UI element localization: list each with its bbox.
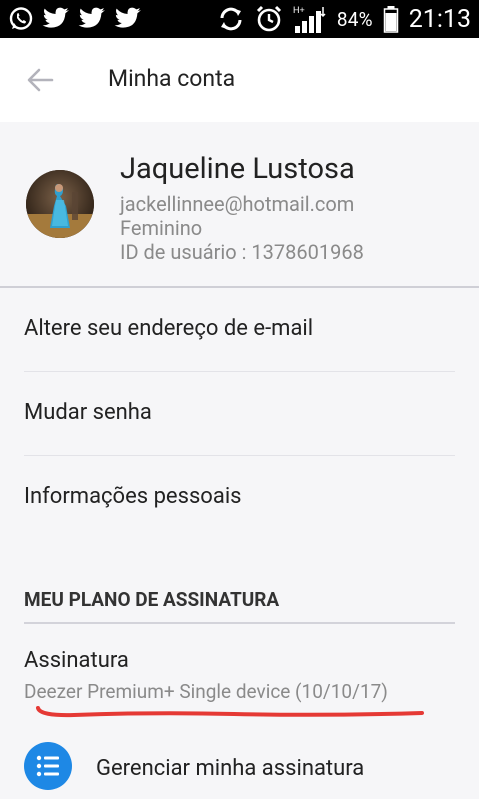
list-icon bbox=[24, 742, 72, 790]
personal-info-item[interactable]: Informações pessoais bbox=[24, 456, 455, 540]
profile-email: jackellinnee@hotmail.com bbox=[120, 192, 355, 216]
twitter-icon bbox=[42, 7, 70, 31]
change-email-item[interactable]: Altere seu endereço de e-mail bbox=[24, 288, 455, 372]
svg-text:H+: H+ bbox=[293, 5, 305, 15]
avatar-photo bbox=[26, 170, 94, 238]
twitter-icon bbox=[78, 7, 106, 31]
sync-icon bbox=[217, 5, 245, 33]
section-header: MEU PLANO DE ASSINATURA bbox=[24, 588, 280, 611]
clock: 21:13 bbox=[408, 4, 471, 34]
list-item-label: Altere seu endereço de e-mail bbox=[24, 316, 314, 341]
profile-user-id: ID de usuário : 1378601968 bbox=[120, 240, 364, 264]
notification-icons bbox=[8, 6, 142, 32]
status-bar: H+ 84% 21:13 bbox=[0, 0, 479, 38]
list-item-label: Mudar senha bbox=[24, 400, 152, 425]
alarm-icon bbox=[255, 5, 283, 33]
change-password-item[interactable]: Mudar senha bbox=[24, 372, 455, 456]
red-underline-annotation bbox=[36, 706, 424, 718]
manage-subscription-item[interactable]: Gerenciar minha assinatura bbox=[0, 722, 479, 799]
page-title: Minha conta bbox=[108, 65, 236, 92]
system-icons: H+ 84% 21:13 bbox=[217, 4, 471, 34]
app-bar: Minha conta bbox=[0, 38, 479, 122]
profile-name: Jaqueline Lustosa bbox=[120, 152, 355, 186]
battery-icon bbox=[383, 5, 399, 33]
profile-card: Jaqueline Lustosa jackellinnee@hotmail.c… bbox=[0, 122, 479, 286]
back-button[interactable] bbox=[22, 62, 62, 98]
profile-gender: Feminino bbox=[120, 216, 203, 240]
twitter-icon bbox=[114, 7, 142, 31]
list-item-label: Informações pessoais bbox=[24, 484, 242, 509]
divider bbox=[24, 622, 455, 624]
whatsapp-icon bbox=[8, 6, 34, 32]
signal-icon: H+ bbox=[293, 4, 327, 34]
arrow-left-icon bbox=[27, 68, 54, 92]
avatar[interactable] bbox=[26, 170, 94, 238]
manage-subscription-label: Gerenciar minha assinatura bbox=[96, 756, 365, 781]
subscription-plan: Deezer Premium+ Single device (10/10/17) bbox=[24, 680, 388, 703]
subscription-title: Assinatura bbox=[24, 648, 129, 673]
battery-percent: 84% bbox=[336, 7, 373, 31]
